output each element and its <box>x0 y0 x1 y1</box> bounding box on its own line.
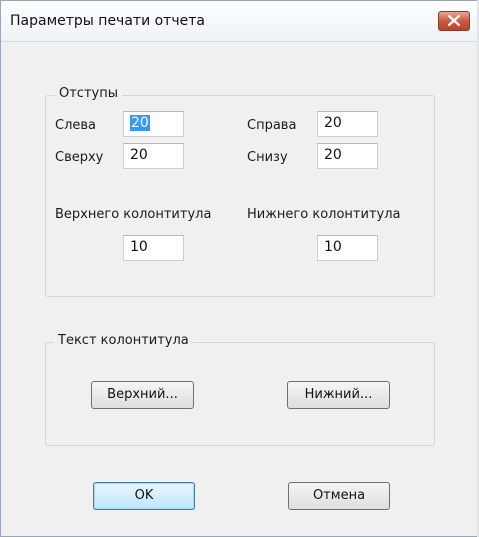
header-margin-input[interactable]: 10 <box>123 235 184 261</box>
title-bar: Параметры печати отчета <box>1 1 478 42</box>
margins-legend: Отступы <box>55 86 122 101</box>
cancel-button[interactable]: Отмена <box>288 482 390 510</box>
print-settings-dialog: Параметры печати отчета Отступы Слева 20… <box>0 0 479 537</box>
header-margin-label: Верхнего колонтитула <box>55 207 212 222</box>
bottom-margin-label: Снизу <box>247 150 288 165</box>
left-margin-input[interactable]: 20 <box>123 111 184 137</box>
top-margin-input[interactable]: 20 <box>123 143 184 169</box>
left-margin-value: 20 <box>130 115 150 131</box>
left-margin-label: Слева <box>55 118 97 133</box>
ok-button[interactable]: OK <box>93 482 195 510</box>
window-title: Параметры печати отчета <box>10 13 205 29</box>
lower-header-button[interactable]: Нижний... <box>287 381 390 409</box>
header-text-legend: Текст колонтитула <box>54 333 193 348</box>
right-margin-input[interactable]: 20 <box>317 111 378 137</box>
footer-margin-label: Нижнего колонтитула <box>247 207 401 222</box>
bottom-margin-input[interactable]: 20 <box>317 143 378 169</box>
close-icon <box>448 15 460 26</box>
upper-header-button[interactable]: Верхний... <box>91 381 194 409</box>
top-margin-label: Сверху <box>55 150 104 165</box>
footer-margin-input[interactable]: 10 <box>317 235 378 261</box>
close-button[interactable] <box>438 11 470 31</box>
right-margin-label: Справа <box>247 118 297 133</box>
